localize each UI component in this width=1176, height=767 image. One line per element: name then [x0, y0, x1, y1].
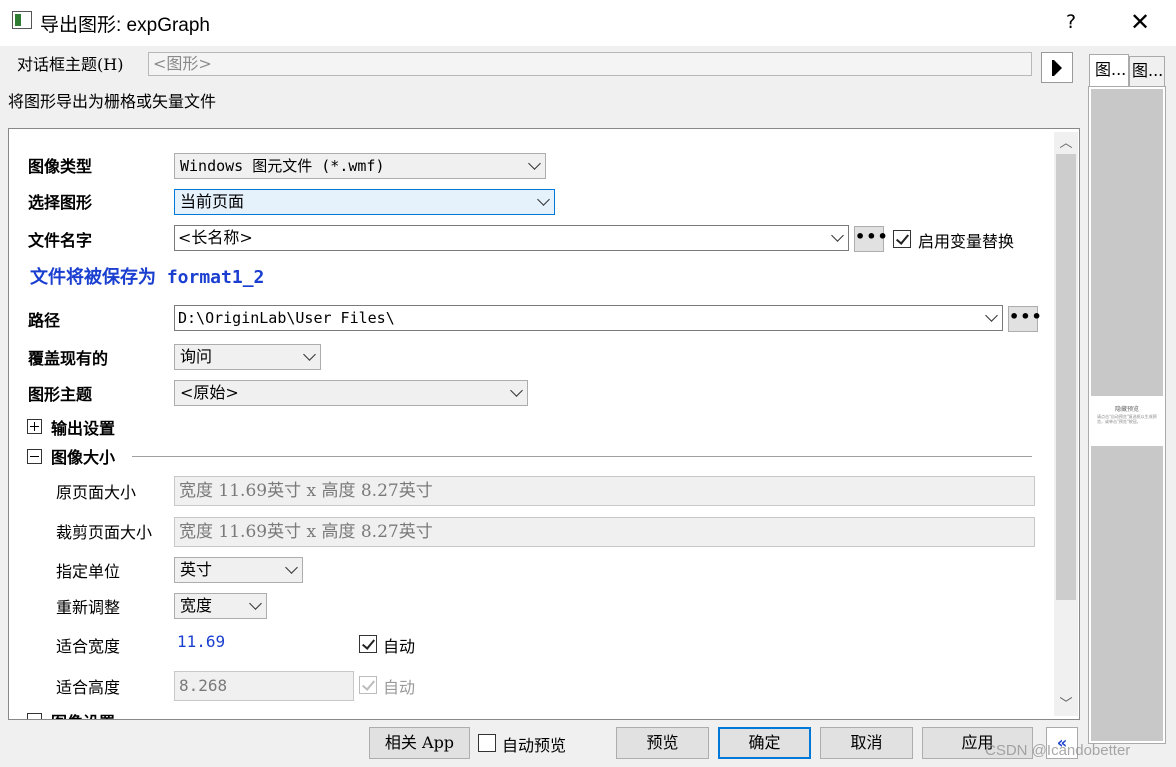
app-icon [12, 11, 32, 29]
fit-width-auto-label: 自动 [383, 637, 416, 656]
dialog-description: 将图形导出为栅格或矢量文件 [8, 92, 217, 111]
auto-preview-checkbox[interactable] [478, 734, 496, 752]
file-name-value: <长名称> [178, 228, 253, 247]
dialog-theme-combo[interactable]: <图形> [148, 52, 1032, 76]
graph-theme-select[interactable]: <原始> [174, 380, 528, 406]
chevron-down-icon [537, 193, 550, 206]
rescale-value: 宽度 [180, 596, 213, 615]
ok-button[interactable]: 确定 [718, 727, 811, 759]
file-name-label: 文件名字 [28, 231, 93, 250]
preview-hint-text: 请点击"自动预览"复选框以生成预览，或单击"预览"按钮。 [1097, 414, 1157, 424]
overwrite-label: 覆盖现有的 [28, 349, 109, 368]
watermark: CSDN @Icandobetter [985, 742, 1131, 759]
chevron-down-icon [303, 348, 316, 361]
theme-menu-arrow-icon[interactable] [1041, 52, 1073, 83]
chevron-down-icon [528, 157, 541, 170]
file-name-combo[interactable]: <长名称> [174, 225, 849, 251]
unit-value: 英寸 [180, 560, 213, 579]
fit-width-auto-checkbox[interactable] [359, 635, 377, 653]
graph-theme-label: 图形主题 [28, 385, 93, 404]
related-app-button[interactable]: 相关 App [369, 727, 470, 759]
chevron-down-icon [985, 309, 998, 322]
scroll-up-icon[interactable]: ︿ [1056, 134, 1076, 154]
collapse-minus-icon[interactable] [27, 713, 42, 719]
cancel-button[interactable]: 取消 [820, 727, 913, 759]
fit-width-value[interactable]: 11.69 [177, 632, 225, 651]
tab-preview-1[interactable]: 图... [1089, 54, 1129, 86]
path-value: D:\OriginLab\User Files\ [178, 309, 395, 327]
dialog-theme-label: 对话框主题(H) [17, 55, 124, 74]
preview-button[interactable]: 预览 [616, 727, 709, 759]
path-combo[interactable]: D:\OriginLab\User Files\ [174, 305, 1003, 331]
enable-variable-substitution-label: 启用变量替换 [918, 232, 1015, 251]
image-type-value: Windows 图元文件 (*.wmf) [180, 157, 385, 175]
partial-section-clip: 图像设置 [9, 708, 1053, 719]
path-label: 路径 [28, 311, 61, 330]
output-settings-label[interactable]: 输出设置 [51, 415, 115, 439]
scroll-down-icon[interactable]: ﹀ [1056, 695, 1076, 715]
section-divider [132, 456, 1032, 457]
expand-plus-icon[interactable] [27, 419, 42, 434]
file-name-browse-button[interactable]: ••• [854, 226, 888, 252]
image-size-label[interactable]: 图像大小 [51, 444, 115, 468]
select-graph-value: 当前页面 [180, 192, 245, 211]
image-type-select[interactable]: Windows 图元文件 (*.wmf) [174, 153, 546, 179]
preview-title: 隐藏预览 [1114, 406, 1139, 413]
select-graph-label: 选择图形 [28, 193, 93, 212]
fit-height-auto-checkbox [359, 676, 377, 694]
image-settings-label[interactable]: 图像设置 [51, 709, 115, 719]
chevron-down-icon [510, 384, 523, 397]
chevron-down-icon [285, 561, 298, 574]
image-type-label: 图像类型 [28, 157, 93, 176]
save-as-note: 文件将被保存为 format1_2 [30, 267, 265, 288]
window-title: 导出图形: expGraph [40, 15, 210, 36]
enable-variable-substitution-checkbox[interactable] [893, 230, 911, 248]
orig-page-size-field: 宽度 11.69英寸 x 高度 8.27英寸 [174, 476, 1035, 506]
fit-height-label: 适合高度 [56, 678, 121, 697]
settings-panel [8, 128, 1080, 720]
fit-width-label: 适合宽度 [56, 637, 121, 656]
fit-height-auto-label: 自动 [383, 678, 416, 697]
tab-preview-2[interactable]: 图... [1129, 56, 1165, 86]
fit-height-field: 8.268 [174, 671, 354, 701]
path-browse-button[interactable]: ••• [1008, 306, 1042, 332]
select-graph-select[interactable]: 当前页面 [174, 189, 555, 215]
overwrite-value: 询问 [180, 347, 213, 366]
chevron-down-icon [831, 229, 844, 242]
close-button[interactable]: ✕ [1120, 6, 1160, 38]
overwrite-select[interactable]: 询问 [174, 344, 321, 370]
orig-page-size-label: 原页面大小 [56, 483, 137, 502]
scrollbar-thumb[interactable] [1056, 154, 1076, 600]
preview-page: 隐藏预览 请点击"自动预览"复选框以生成预览，或单击"预览"按钮。 [1091, 396, 1163, 446]
rescale-select[interactable]: 宽度 [174, 593, 267, 619]
unit-select[interactable]: 英寸 [174, 557, 303, 583]
crop-page-size-label: 裁剪页面大小 [56, 523, 153, 542]
chevron-down-icon [249, 597, 262, 610]
help-button[interactable]: ? [1058, 8, 1084, 36]
rescale-label: 重新调整 [56, 598, 121, 617]
crop-page-size-field: 宽度 11.69英寸 x 高度 8.27英寸 [174, 517, 1035, 547]
graph-theme-value: <原始> [180, 383, 239, 402]
unit-label: 指定单位 [56, 562, 121, 581]
collapse-minus-icon[interactable] [27, 449, 42, 464]
auto-preview-label: 自动预览 [502, 736, 567, 755]
